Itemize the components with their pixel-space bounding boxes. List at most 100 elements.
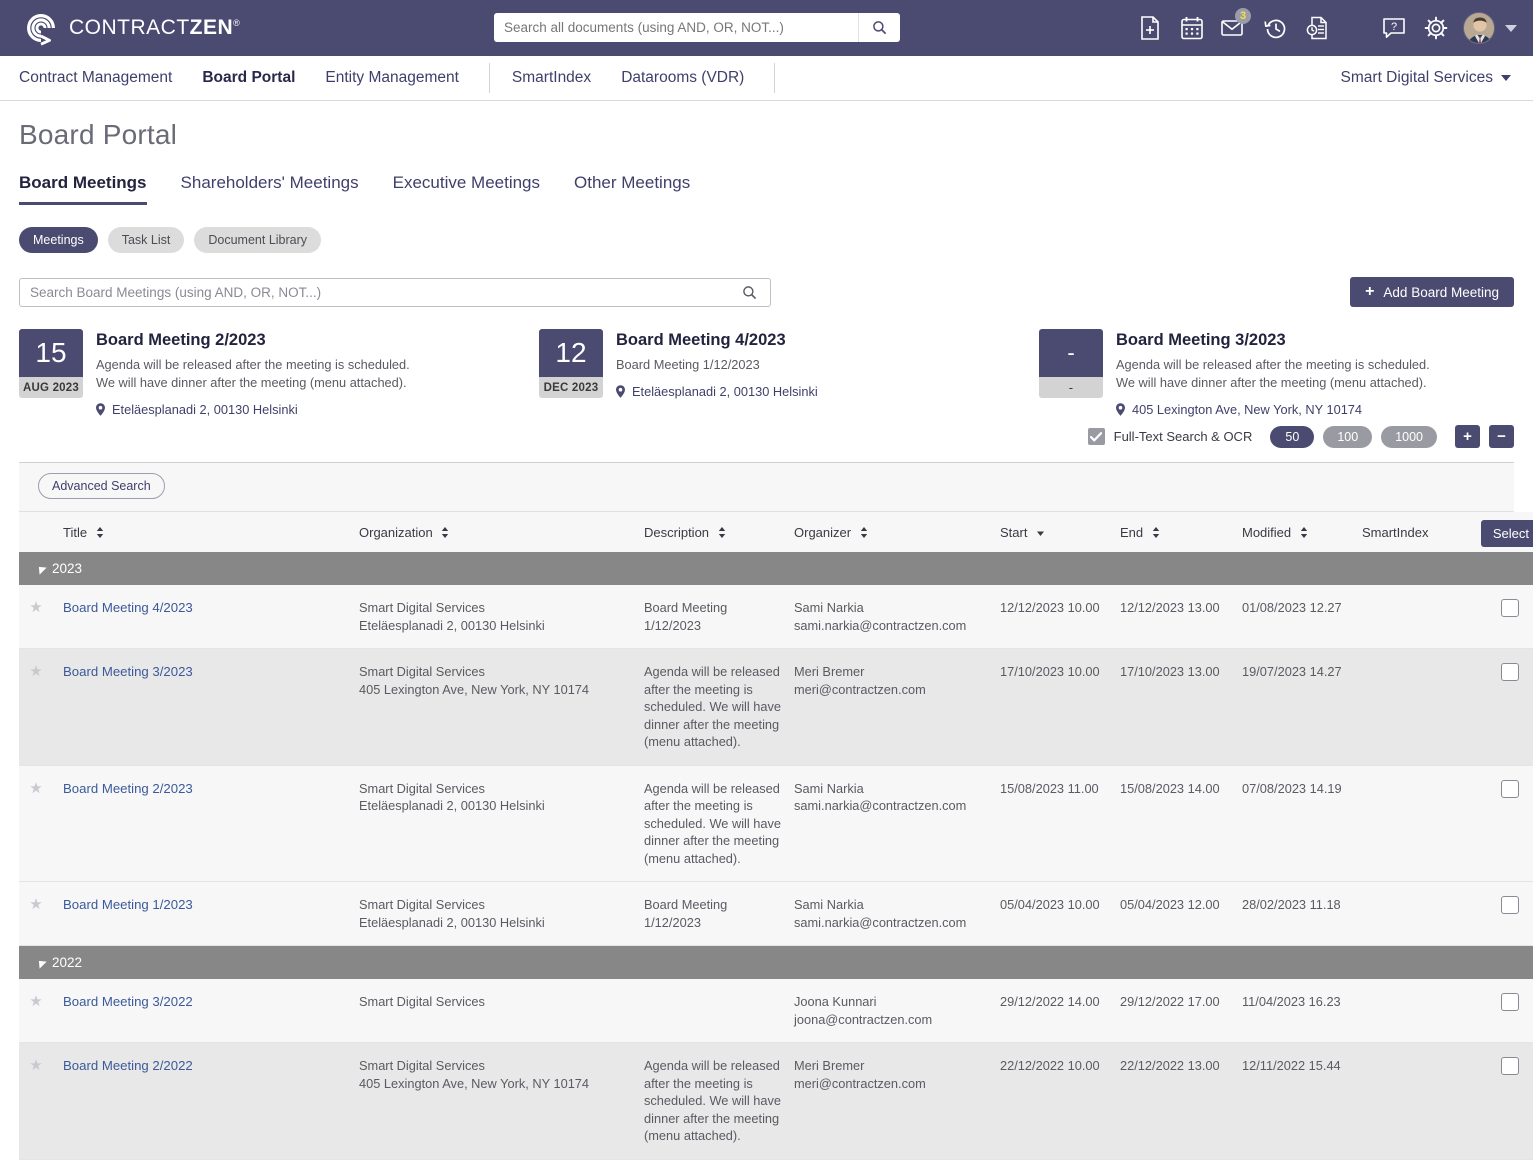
app-logo[interactable]: CONTRACTZEN® — [0, 9, 240, 47]
row-checkbox[interactable] — [1500, 993, 1519, 1011]
table-row[interactable]: ★ Board Meeting 4/2023 Smart Digital Ser… — [19, 585, 1533, 649]
star-icon[interactable]: ★ — [29, 993, 42, 1010]
add-board-meeting-button[interactable]: + Add Board Meeting — [1350, 277, 1514, 307]
board-meetings-search-button[interactable] — [728, 285, 770, 300]
table-row[interactable]: ★ Board Meeting 2/2022 Smart Digital Ser… — [19, 1042, 1533, 1160]
collapse-all-button[interactable]: − — [1489, 425, 1514, 448]
meeting-title-link[interactable]: Board Meeting 2/2023 — [63, 781, 193, 796]
th-start[interactable]: Start — [1000, 512, 1120, 552]
document-history-icon[interactable] — [1297, 0, 1339, 56]
meeting-card[interactable]: - - Board Meeting 3/2023 Agenda will be … — [1039, 329, 1514, 417]
meeting-card[interactable]: 12 DEC 2023 Board Meeting 4/2023 Board M… — [539, 329, 1039, 417]
mail-icon[interactable]: 3 — [1213, 0, 1255, 56]
nav-smartindex[interactable]: SmartIndex — [512, 69, 591, 87]
pill-meetings[interactable]: Meetings — [19, 227, 98, 253]
meeting-card[interactable]: 15 AUG 2023 Board Meeting 2/2023 Agenda … — [19, 329, 539, 417]
row-checkbox[interactable] — [1500, 896, 1519, 914]
meeting-card-title[interactable]: Board Meeting 2/2023 — [96, 331, 410, 350]
advanced-search-button[interactable]: Advanced Search — [38, 473, 165, 499]
group-row-2022[interactable]: 2022 — [19, 945, 1533, 979]
table-row[interactable]: ★ Board Meeting 2/2023 Smart Digital Ser… — [19, 765, 1533, 882]
meeting-title-link[interactable]: Board Meeting 3/2023 — [63, 664, 193, 679]
favorite-cell[interactable]: ★ — [19, 765, 63, 882]
group-row-2023[interactable]: 2023 — [19, 552, 1533, 585]
table-row[interactable]: ★ Board Meeting 3/2022 Smart Digital Ser… — [19, 979, 1533, 1043]
th-end[interactable]: End — [1120, 512, 1242, 552]
global-search[interactable] — [494, 13, 900, 42]
history-icon[interactable] — [1255, 0, 1297, 56]
star-icon[interactable]: ★ — [29, 599, 42, 616]
fulltext-ocr-checkbox[interactable] — [1087, 428, 1105, 445]
avatar[interactable] — [1463, 12, 1495, 44]
meeting-card-description: Agenda will be released after the meetin… — [1116, 356, 1430, 392]
th-title[interactable]: Title — [63, 512, 359, 552]
global-search-input[interactable] — [494, 13, 858, 42]
star-icon[interactable]: ★ — [29, 896, 42, 913]
nav-contract-management[interactable]: Contract Management — [19, 69, 172, 87]
row-checkbox[interactable] — [1500, 599, 1519, 617]
row-select-cell[interactable] — [1467, 648, 1533, 766]
nav-datarooms[interactable]: Datarooms (VDR) — [621, 69, 744, 87]
th-description[interactable]: Description — [644, 512, 794, 552]
nav-entity-management[interactable]: Entity Management — [325, 69, 459, 87]
meeting-title-link[interactable]: Board Meeting 1/2023 — [63, 897, 193, 912]
board-meetings-search-input[interactable] — [20, 278, 728, 306]
pill-task-list[interactable]: Task List — [107, 227, 185, 253]
title-cell[interactable]: Board Meeting 3/2023 — [63, 648, 359, 766]
th-organization[interactable]: Organization — [359, 512, 644, 552]
favorite-cell[interactable]: ★ — [19, 979, 63, 1043]
row-select-cell[interactable] — [1467, 585, 1533, 649]
meeting-card-title[interactable]: Board Meeting 3/2023 — [1116, 331, 1430, 350]
row-select-cell[interactable] — [1467, 1042, 1533, 1160]
table-row[interactable]: ★ Board Meeting 1/2023 Smart Digital Ser… — [19, 881, 1533, 946]
th-smartindex[interactable]: SmartIndex — [1362, 512, 1467, 552]
expand-all-button[interactable]: + — [1455, 425, 1480, 448]
calendar-icon[interactable] — [1171, 0, 1213, 56]
title-cell[interactable]: Board Meeting 3/2022 — [63, 979, 359, 1043]
star-icon[interactable]: ★ — [29, 780, 42, 797]
organizer-cell: Sami Narkia sami.narkia@contractzen.com — [794, 881, 1000, 946]
meeting-card-title[interactable]: Board Meeting 4/2023 — [616, 331, 818, 350]
meeting-title-link[interactable]: Board Meeting 2/2022 — [63, 1058, 193, 1073]
tab-executive-meetings[interactable]: Executive Meetings — [393, 173, 540, 205]
title-cell[interactable]: Board Meeting 2/2022 — [63, 1042, 359, 1160]
favorite-cell[interactable]: ★ — [19, 585, 63, 649]
row-select-cell[interactable] — [1467, 979, 1533, 1043]
row-select-cell[interactable] — [1467, 881, 1533, 946]
pill-document-library[interactable]: Document Library — [194, 227, 322, 253]
tab-board-meetings[interactable]: Board Meetings — [19, 173, 147, 205]
global-search-button[interactable] — [858, 13, 900, 42]
row-checkbox[interactable] — [1500, 779, 1519, 798]
title-cell[interactable]: Board Meeting 4/2023 — [63, 585, 359, 649]
star-icon[interactable]: ★ — [29, 1057, 42, 1074]
meeting-title-link[interactable]: Board Meeting 4/2023 — [63, 600, 193, 615]
organization-selector[interactable]: Smart Digital Services — [1341, 69, 1511, 87]
row-select-cell[interactable] — [1467, 765, 1533, 882]
add-document-icon[interactable] — [1129, 0, 1171, 56]
meeting-title-link[interactable]: Board Meeting 3/2022 — [63, 994, 193, 1009]
help-icon[interactable]: ? — [1373, 0, 1415, 56]
row-checkbox[interactable] — [1500, 1057, 1519, 1075]
user-menu-chevron-down-icon[interactable] — [1505, 24, 1517, 32]
nav-board-portal[interactable]: Board Portal — [202, 69, 295, 87]
tab-other-meetings[interactable]: Other Meetings — [574, 173, 690, 205]
th-modified[interactable]: Modified — [1242, 512, 1362, 552]
page-size-1000[interactable]: 1000 — [1381, 425, 1437, 448]
group-label-cell[interactable]: 2023 — [19, 552, 1533, 585]
favorite-cell[interactable]: ★ — [19, 881, 63, 946]
page-size-50[interactable]: 50 — [1270, 425, 1315, 448]
tab-shareholders-meetings[interactable]: Shareholders' Meetings — [181, 173, 359, 205]
favorite-cell[interactable]: ★ — [19, 1042, 63, 1160]
title-cell[interactable]: Board Meeting 2/2023 — [63, 765, 359, 882]
star-icon[interactable]: ★ — [29, 663, 42, 680]
table-row[interactable]: ★ Board Meeting 3/2023 Smart Digital Ser… — [19, 648, 1533, 766]
page-size-100[interactable]: 100 — [1323, 425, 1373, 448]
settings-icon[interactable] — [1415, 0, 1457, 56]
th-organizer[interactable]: Organizer — [794, 512, 1000, 552]
favorite-cell[interactable]: ★ — [19, 648, 63, 766]
board-meetings-search[interactable] — [19, 277, 771, 307]
row-checkbox[interactable] — [1500, 663, 1519, 681]
title-cell[interactable]: Board Meeting 1/2023 — [63, 881, 359, 946]
group-label-cell[interactable]: 2022 — [19, 945, 1533, 979]
select-button[interactable]: Select — [1480, 520, 1533, 547]
